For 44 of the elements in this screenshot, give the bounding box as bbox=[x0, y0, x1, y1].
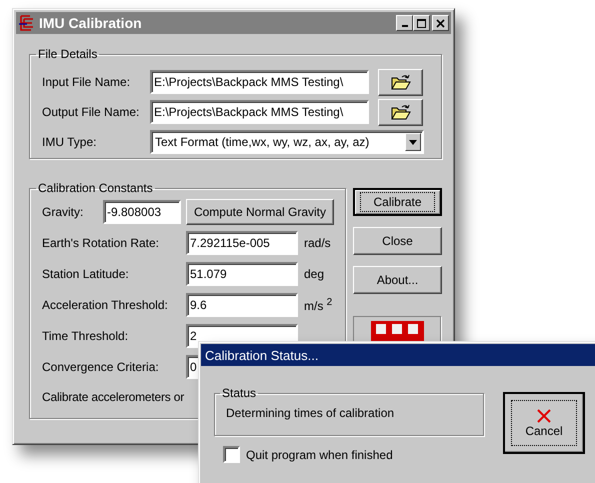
field-label: Earth's Rotation Rate: bbox=[42, 236, 160, 250]
action-button[interactable]: About... bbox=[353, 266, 442, 294]
value-field[interactable]: 7.292115e-005 bbox=[186, 230, 298, 254]
cancel-button[interactable]: Cancel bbox=[503, 392, 585, 454]
value-field[interactable]: 51.079 bbox=[186, 262, 298, 286]
field-label: Station Latitude: bbox=[42, 266, 130, 280]
field-label: Input File Name: bbox=[42, 75, 132, 89]
browse-button[interactable] bbox=[378, 98, 423, 126]
group-title: Calibration Constants bbox=[37, 181, 154, 195]
unit-label: m/s $^{2}$ bbox=[304, 296, 332, 312]
field-label: IMU Type: bbox=[42, 135, 98, 149]
imu-type-dropdown[interactable]: Text Format (time,wx, wy, wz, ax, ay, az) bbox=[150, 130, 424, 154]
unit-label: deg bbox=[304, 266, 324, 280]
group-title: File Details bbox=[37, 47, 98, 61]
logo-icon bbox=[370, 321, 424, 341]
cancel-x-icon bbox=[536, 408, 552, 424]
unit-label: rad/s bbox=[304, 236, 331, 250]
window-title: IMU Calibration bbox=[39, 15, 142, 31]
open-folder-icon bbox=[390, 74, 410, 90]
action-button[interactable]: Calibrate bbox=[353, 188, 442, 216]
gravity-field[interactable]: -9.808003 bbox=[103, 200, 181, 224]
action-button[interactable]: Close bbox=[353, 227, 442, 255]
maximize-icon bbox=[416, 18, 426, 28]
compute-gravity-button[interactable]: Compute Normal Gravity bbox=[186, 199, 334, 225]
dialog-title: Calibration Status... bbox=[204, 348, 318, 362]
browse-button[interactable] bbox=[378, 68, 423, 96]
open-folder-icon bbox=[390, 104, 410, 120]
app-logo-icon bbox=[18, 14, 36, 32]
field-label: Gravity: bbox=[42, 205, 84, 219]
field-label: Output File Name: bbox=[42, 105, 140, 119]
field-label: Time Threshold: bbox=[42, 328, 130, 342]
dropdown-arrow-icon bbox=[409, 140, 417, 144]
checkbox-box[interactable] bbox=[223, 446, 240, 463]
minimize-icon bbox=[402, 25, 408, 27]
value-field[interactable]: 9.6 bbox=[186, 292, 298, 316]
file-path-field[interactable]: E:\Projects\Backpack MMS Testing\ bbox=[150, 100, 369, 124]
status-text: Determining times of calibration bbox=[226, 406, 394, 420]
field-label: Acceleration Threshold: bbox=[42, 298, 169, 312]
quit-checkbox[interactable]: Quit program when finished bbox=[223, 446, 484, 463]
group-title: Status bbox=[221, 386, 258, 400]
field-label: Convergence Criteria: bbox=[42, 360, 160, 374]
file-path-field[interactable]: E:\Projects\Backpack MMS Testing\ bbox=[150, 70, 369, 94]
close-icon bbox=[436, 18, 446, 28]
note-text: Calibrate accelerometers or bbox=[42, 390, 184, 404]
